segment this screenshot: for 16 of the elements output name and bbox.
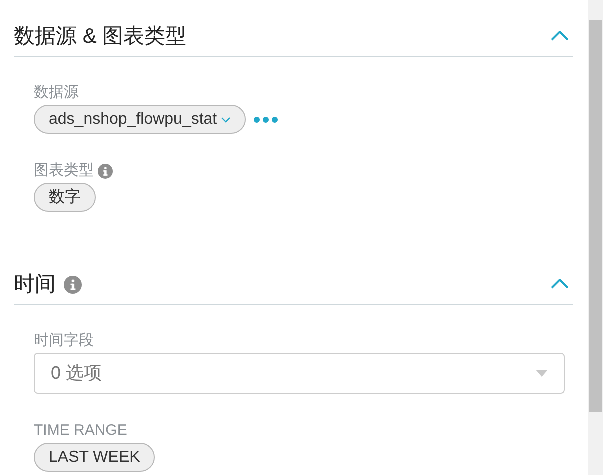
collapse-icon[interactable] (551, 279, 569, 289)
scrollbar[interactable] (588, 0, 603, 475)
select-field[interactable]: 0 选项 (34, 353, 565, 394)
datasource-select[interactable]: ads_nshop_flowpu_stat (34, 105, 246, 134)
more-icon[interactable] (254, 116, 278, 122)
option-pill[interactable]: 数字 (34, 183, 96, 212)
section-title: 数据源 & 图表类型 (14, 24, 187, 50)
chevron-down-icon (221, 116, 232, 122)
section-title: 时间 (14, 272, 56, 298)
dropdown-triangle-icon (536, 370, 548, 377)
field-label: TIME RANGE (34, 421, 128, 441)
field-label: 时间字段 (34, 331, 94, 351)
collapse-icon[interactable] (551, 31, 569, 41)
field-label: 数据源 (34, 83, 79, 103)
field-label: 图表类型 (34, 161, 94, 181)
option-pill[interactable]: LAST WEEK (34, 443, 156, 472)
